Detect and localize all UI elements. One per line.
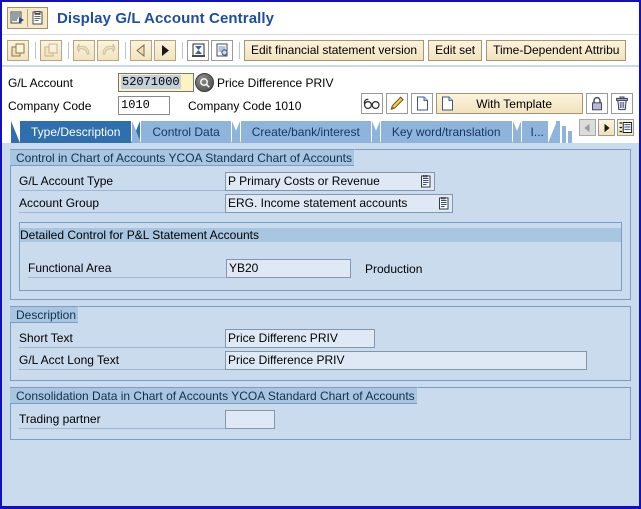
tab-content-type-description: Control in Chart of Accounts YCOA Standa… [2,143,639,506]
field-row-gl-account-type: G/L Account Type P Primary Costs or Reve… [19,171,630,192]
title-icon-group [7,7,48,29]
field-row-functional-area: Functional Area YB20 Production [28,258,621,279]
header-action-buttons: With Template [358,93,633,114]
tab-navigation [577,119,634,136]
with-template-label: With Template [476,96,552,111]
transaction-icon[interactable] [8,9,27,27]
next-account-icon[interactable] [97,39,119,61]
tab-type-description[interactable]: Type/Description [10,121,141,143]
short-text-label: Short Text [19,329,225,348]
toolbar-separator [182,41,183,59]
group-consolidation-title: Consolidation Data in Chart of Accounts … [10,387,434,404]
trading-partner-field[interactable] [225,410,275,429]
toolbar-separator [125,41,126,59]
tab-key-word-translation[interactable]: Key word/translation [371,121,521,143]
gl-account-type-value: P Primary Costs or Revenue [228,174,380,188]
application-toolbar: Edit financial statement version Edit se… [2,35,639,67]
dropdown-list-icon[interactable] [438,197,450,210]
group-description-title: Description [10,306,96,323]
field-row-account-group: Account Group ERG. Income statement acco… [19,193,630,214]
functional-area-field[interactable]: YB20 [226,259,351,278]
field-row-gl-acct-long-text: G/L Acct Long Text Price Difference PRIV [19,350,630,371]
search-help-icon[interactable] [195,73,214,92]
account-group-label: Account Group [19,194,225,213]
tab-control-data[interactable]: Control Data [132,121,241,143]
field-row-short-text: Short Text Price Differenc PRIV [19,328,630,349]
gl-account-type-field[interactable]: P Primary Costs or Revenue [225,172,435,191]
edit-set-button[interactable]: Edit set [428,39,483,61]
tab-scroll-right-icon[interactable] [598,119,615,136]
group-control-title: Control in Chart of Accounts YCOA Standa… [10,149,371,166]
group-description-body: Short Text Price Differenc PRIV G/L Acct… [11,312,630,371]
account-group-value: ERG. Income statement accounts [228,196,408,210]
display-change-icon[interactable] [7,39,29,61]
page-icon [442,96,454,111]
title-bar: Display G/L Account Centrally [2,2,639,35]
gl-account-description: Price Difference PRIV [217,75,334,90]
tab-overflow-indicator [555,121,574,143]
group-control-body: G/L Account Type P Primary Costs or Reve… [11,155,630,291]
lock-icon[interactable] [586,93,608,114]
next-page-icon[interactable] [154,39,176,61]
toolbar-separator [68,41,69,59]
group-control-in-chart-of-accounts: Control in Chart of Accounts YCOA Standa… [10,149,631,300]
report-icon[interactable] [211,39,233,61]
other-account-icon[interactable] [40,39,62,61]
gl-acct-long-text-field[interactable]: Price Difference PRIV [225,351,587,370]
trading-partner-label: Trading partner [19,410,225,429]
functional-area-value: YB20 [229,261,259,275]
document-icon[interactable] [27,9,47,27]
hourglass-icon[interactable] [187,39,209,61]
company-code-description: Company Code 1010 [188,98,302,113]
gl-account-type-label: G/L Account Type [19,172,225,191]
company-code-input[interactable]: 1010 [118,96,170,115]
company-code-label: Company Code [8,98,92,113]
functional-area-label: Functional Area [28,259,226,278]
gl-account-label: G/L Account [8,75,73,90]
with-template-button[interactable]: With Template [436,93,583,114]
field-row-trading-partner: Trading partner [19,409,630,430]
header-fields: G/L Account 52071000 Price Difference PR… [2,67,639,117]
pencil-edit-icon[interactable] [386,93,409,114]
sap-window: Display G/L Account Centrally Edit finan… [0,0,641,509]
tab-information[interactable]: I... [512,121,558,143]
time-dependent-attributes-button[interactable]: Time-Dependent Attribu [486,39,627,61]
short-text-field[interactable]: Price Differenc PRIV [225,329,375,348]
previous-page-icon[interactable] [130,39,152,61]
tab-strip: Type/Description Control Data Create/ban… [2,117,639,143]
group-consolidation-data: Consolidation Data in Chart of Accounts … [10,387,631,440]
edit-glasses-icon[interactable] [361,93,384,114]
previous-account-icon[interactable] [73,39,95,61]
functional-area-description: Production [365,261,423,276]
gl-account-row: G/L Account 52071000 Price Difference PR… [8,72,639,93]
dropdown-list-icon[interactable] [420,175,432,188]
gl-account-input[interactable]: 52071000 [118,73,194,92]
subgroup-detailed-control-body: Functional Area YB20 Production [20,242,621,279]
tab-list-icon[interactable] [617,119,634,136]
subgroup-detailed-control-title: Detailed Control for P&L Statement Accou… [20,228,621,242]
tab-scroll-left-icon[interactable] [579,119,596,136]
account-group-field[interactable]: ERG. Income statement accounts [225,194,453,213]
gl-account-value: 52071000 [121,75,181,89]
create-page-icon[interactable] [411,93,434,114]
group-description: Description Short Text Price Differenc P… [10,306,631,381]
tab-create-bank-interest[interactable]: Create/bank/interest [231,121,380,143]
toolbar-separator [239,41,240,59]
edit-financial-statement-version-button[interactable]: Edit financial statement version [244,39,425,61]
trash-icon[interactable] [611,93,633,114]
page-title: Display G/L Account Centrally [57,9,275,27]
subgroup-detailed-control: Detailed Control for P&L Statement Accou… [19,222,622,291]
gl-acct-long-text-label: G/L Acct Long Text [19,351,225,370]
toolbar-separator [35,41,36,59]
